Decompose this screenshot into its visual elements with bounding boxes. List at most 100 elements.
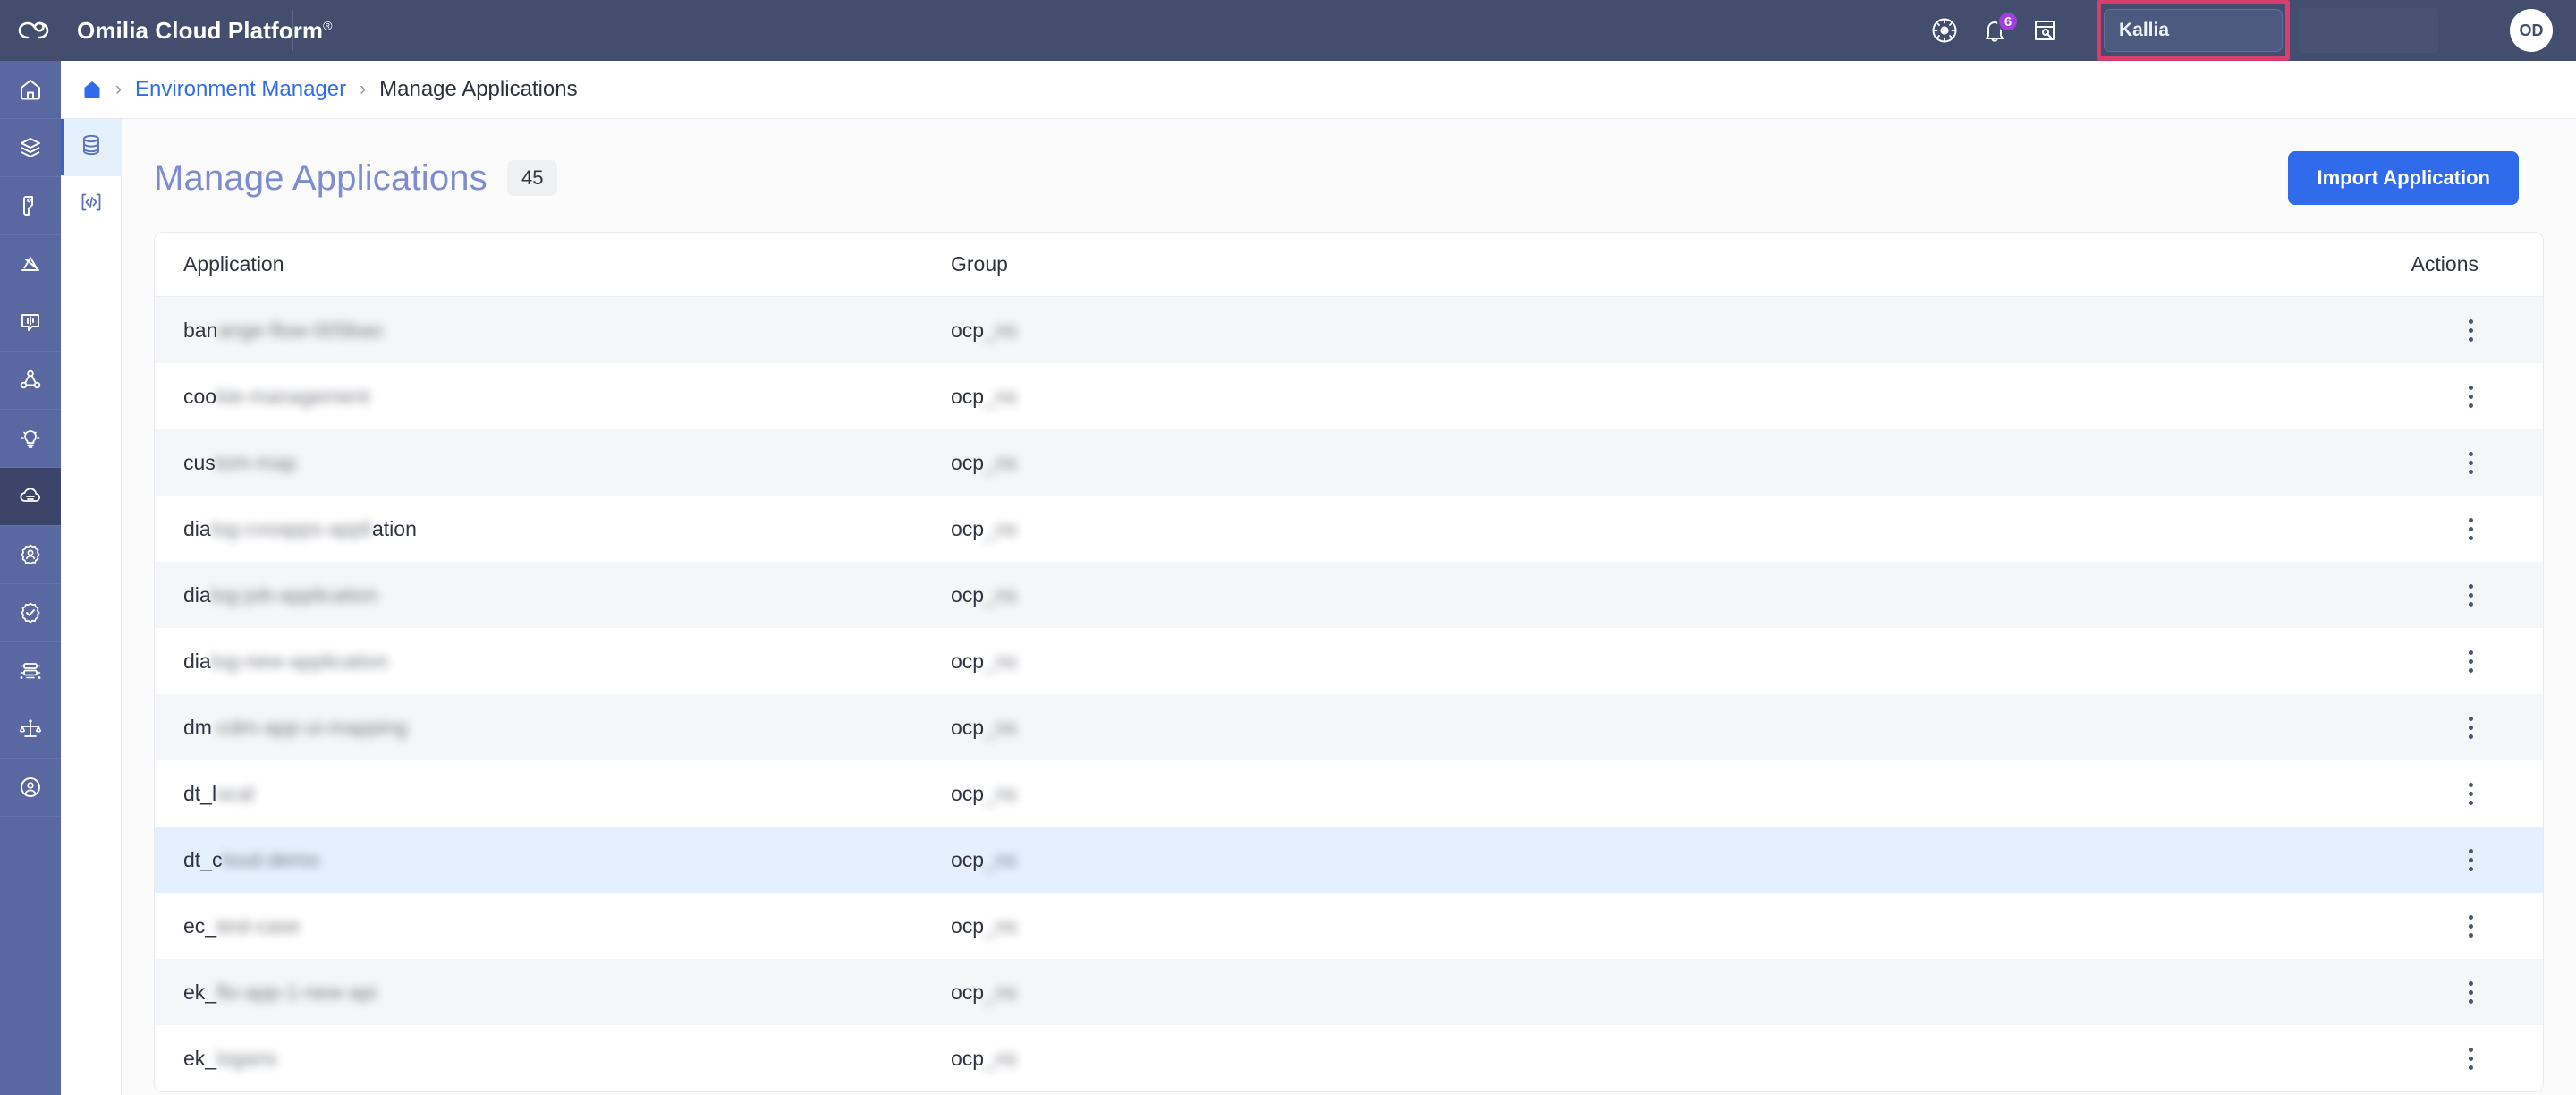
subnav-item-code[interactable] (61, 176, 122, 233)
more-vertical-icon[interactable] (2463, 844, 2479, 877)
sidebar-item-layers[interactable] (0, 119, 61, 177)
brightness-icon[interactable] (1919, 0, 1970, 61)
cell-group: ocp_ns (951, 517, 2024, 541)
cell-application: dialog-new-application (155, 649, 951, 674)
application-name-visible: ek_ (183, 1047, 216, 1070)
group-name-visible: ocp (951, 649, 984, 673)
cell-application: dialog-job-application (155, 583, 951, 607)
table-row[interactable]: dialog-job-applicationocp_ns (155, 562, 2543, 628)
breadcrumb: › Environment Manager › Manage Applicati… (61, 61, 2576, 119)
more-vertical-icon[interactable] (2463, 513, 2479, 546)
cell-actions (2024, 645, 2543, 678)
cell-application: ek_flo-app-1-new-api (155, 980, 951, 1005)
group-name-redacted: _ns (984, 716, 1017, 739)
table-row[interactable]: ec_test-caseocp_ns (155, 893, 2543, 959)
server-flow-icon (19, 659, 42, 683)
sidebar-item-home[interactable] (0, 61, 61, 119)
lightbulb-icon (19, 427, 42, 450)
more-vertical-icon[interactable] (2463, 645, 2479, 678)
sidebar-item-speech-analytics[interactable] (0, 293, 61, 352)
brand[interactable]: Omilia Cloud Platform® (0, 15, 286, 46)
more-vertical-icon[interactable] (2463, 380, 2479, 413)
column-header-group: Group (951, 252, 2024, 276)
sidebar-item-user-settings[interactable] (0, 526, 61, 584)
cell-actions (2024, 976, 2543, 1009)
avatar[interactable]: OD (2510, 9, 2553, 52)
application-name-visible: dia (183, 649, 211, 673)
more-vertical-icon[interactable] (2463, 579, 2479, 612)
cell-actions (2024, 513, 2543, 546)
table-row[interactable]: dt_cloud-demoocp_ns (155, 827, 2543, 893)
table-row[interactable]: banange-flow-005baoocp_ns (155, 297, 2543, 363)
table-row[interactable]: dialog-cvoapps-appliationocp_ns (155, 496, 2543, 562)
sidebar-item-analytics[interactable] (0, 235, 61, 293)
secondary-env-slot[interactable] (2299, 8, 2438, 53)
import-application-button[interactable]: Import Application (2288, 151, 2519, 205)
bell-icon[interactable]: 6 (1970, 0, 2020, 61)
table-row[interactable]: dt_localocp_ns (155, 760, 2543, 827)
application-name-redacted: flo-app-1-new-api (216, 980, 377, 1004)
application-name-visible: dia (183, 583, 211, 607)
more-vertical-icon[interactable] (2463, 711, 2479, 744)
table-row[interactable]: custom-mapocp_ns (155, 429, 2543, 496)
application-name-visible: ek_ (183, 980, 216, 1004)
table-row[interactable]: dm-cdm-app-ui-mappingocp_ns (155, 694, 2543, 760)
cell-actions (2024, 579, 2543, 612)
cell-application: cookie-management (155, 385, 951, 409)
more-vertical-icon[interactable] (2463, 976, 2479, 1009)
sidebar-item-compliance[interactable] (0, 700, 61, 759)
cell-group: ocp_ns (951, 716, 2024, 740)
group-name-redacted: _ns (984, 980, 1017, 1004)
sidebar-item-target[interactable] (0, 759, 61, 817)
cell-actions (2024, 446, 2543, 480)
analytics-icon (19, 252, 42, 276)
application-name-redacted: log-cvoapps-appli (211, 517, 372, 540)
note-key-icon[interactable] (2020, 0, 2070, 61)
cell-group: ocp_ns (951, 914, 2024, 938)
more-vertical-icon[interactable] (2463, 910, 2479, 943)
cell-group: ocp_ns (951, 583, 2024, 607)
application-name-redacted: loud-demo (222, 848, 319, 871)
breadcrumb-link-environment-manager[interactable]: Environment Manager (135, 77, 346, 102)
cell-group: ocp_ns (951, 1047, 2024, 1071)
sidebar-item-insights[interactable] (0, 410, 61, 468)
application-name-suffix: ation (372, 517, 417, 540)
topbar-divider (292, 10, 293, 51)
table-row[interactable]: cookie-managementocp_ns (155, 363, 2543, 429)
cell-group: ocp_ns (951, 318, 2024, 343)
application-name-visible: dt_c (183, 848, 222, 871)
table-row[interactable]: dialog-new-applicationocp_ns (155, 628, 2543, 694)
group-name-redacted: _ns (984, 782, 1017, 805)
breadcrumb-home-icon[interactable] (82, 80, 102, 99)
group-name-visible: ocp (951, 914, 984, 938)
table-row[interactable]: ek_logansocp_ns (155, 1025, 2543, 1091)
topbar-actions: 6 OD (1919, 0, 2576, 61)
sidebar-item-cloud[interactable] (0, 468, 61, 526)
group-name-redacted: _ns (984, 385, 1017, 408)
sidebar-item-handset[interactable] (0, 177, 61, 235)
group-name-redacted: _ns (984, 318, 1017, 342)
group-name-redacted: _ns (984, 451, 1017, 474)
group-name-visible: ocp (951, 716, 984, 739)
more-vertical-icon[interactable] (2463, 446, 2479, 480)
environment-selector-highlight (2097, 0, 2290, 61)
more-vertical-icon[interactable] (2463, 1042, 2479, 1075)
table-row[interactable]: ek_flo-app-1-new-apiocp_ns (155, 959, 2543, 1025)
more-vertical-icon[interactable] (2463, 314, 2479, 347)
environment-input[interactable] (2104, 9, 2283, 52)
more-vertical-icon[interactable] (2463, 777, 2479, 811)
group-name-redacted: _ns (984, 848, 1017, 871)
secondary-nav (61, 119, 122, 1095)
page-header: Manage Applications 45 Import Applicatio… (122, 119, 2576, 205)
sidebar-item-server-flow[interactable] (0, 642, 61, 700)
sidebar-item-verified[interactable] (0, 584, 61, 642)
sidebar-item-network[interactable] (0, 352, 61, 410)
cell-actions (2024, 910, 2543, 943)
group-name-visible: ocp (951, 782, 984, 805)
cell-group: ocp_ns (951, 782, 2024, 806)
cell-actions (2024, 314, 2543, 347)
cell-actions (2024, 844, 2543, 877)
cell-application: dt_local (155, 782, 951, 806)
subnav-item-database[interactable] (61, 119, 122, 176)
application-name-visible: ec_ (183, 914, 216, 938)
